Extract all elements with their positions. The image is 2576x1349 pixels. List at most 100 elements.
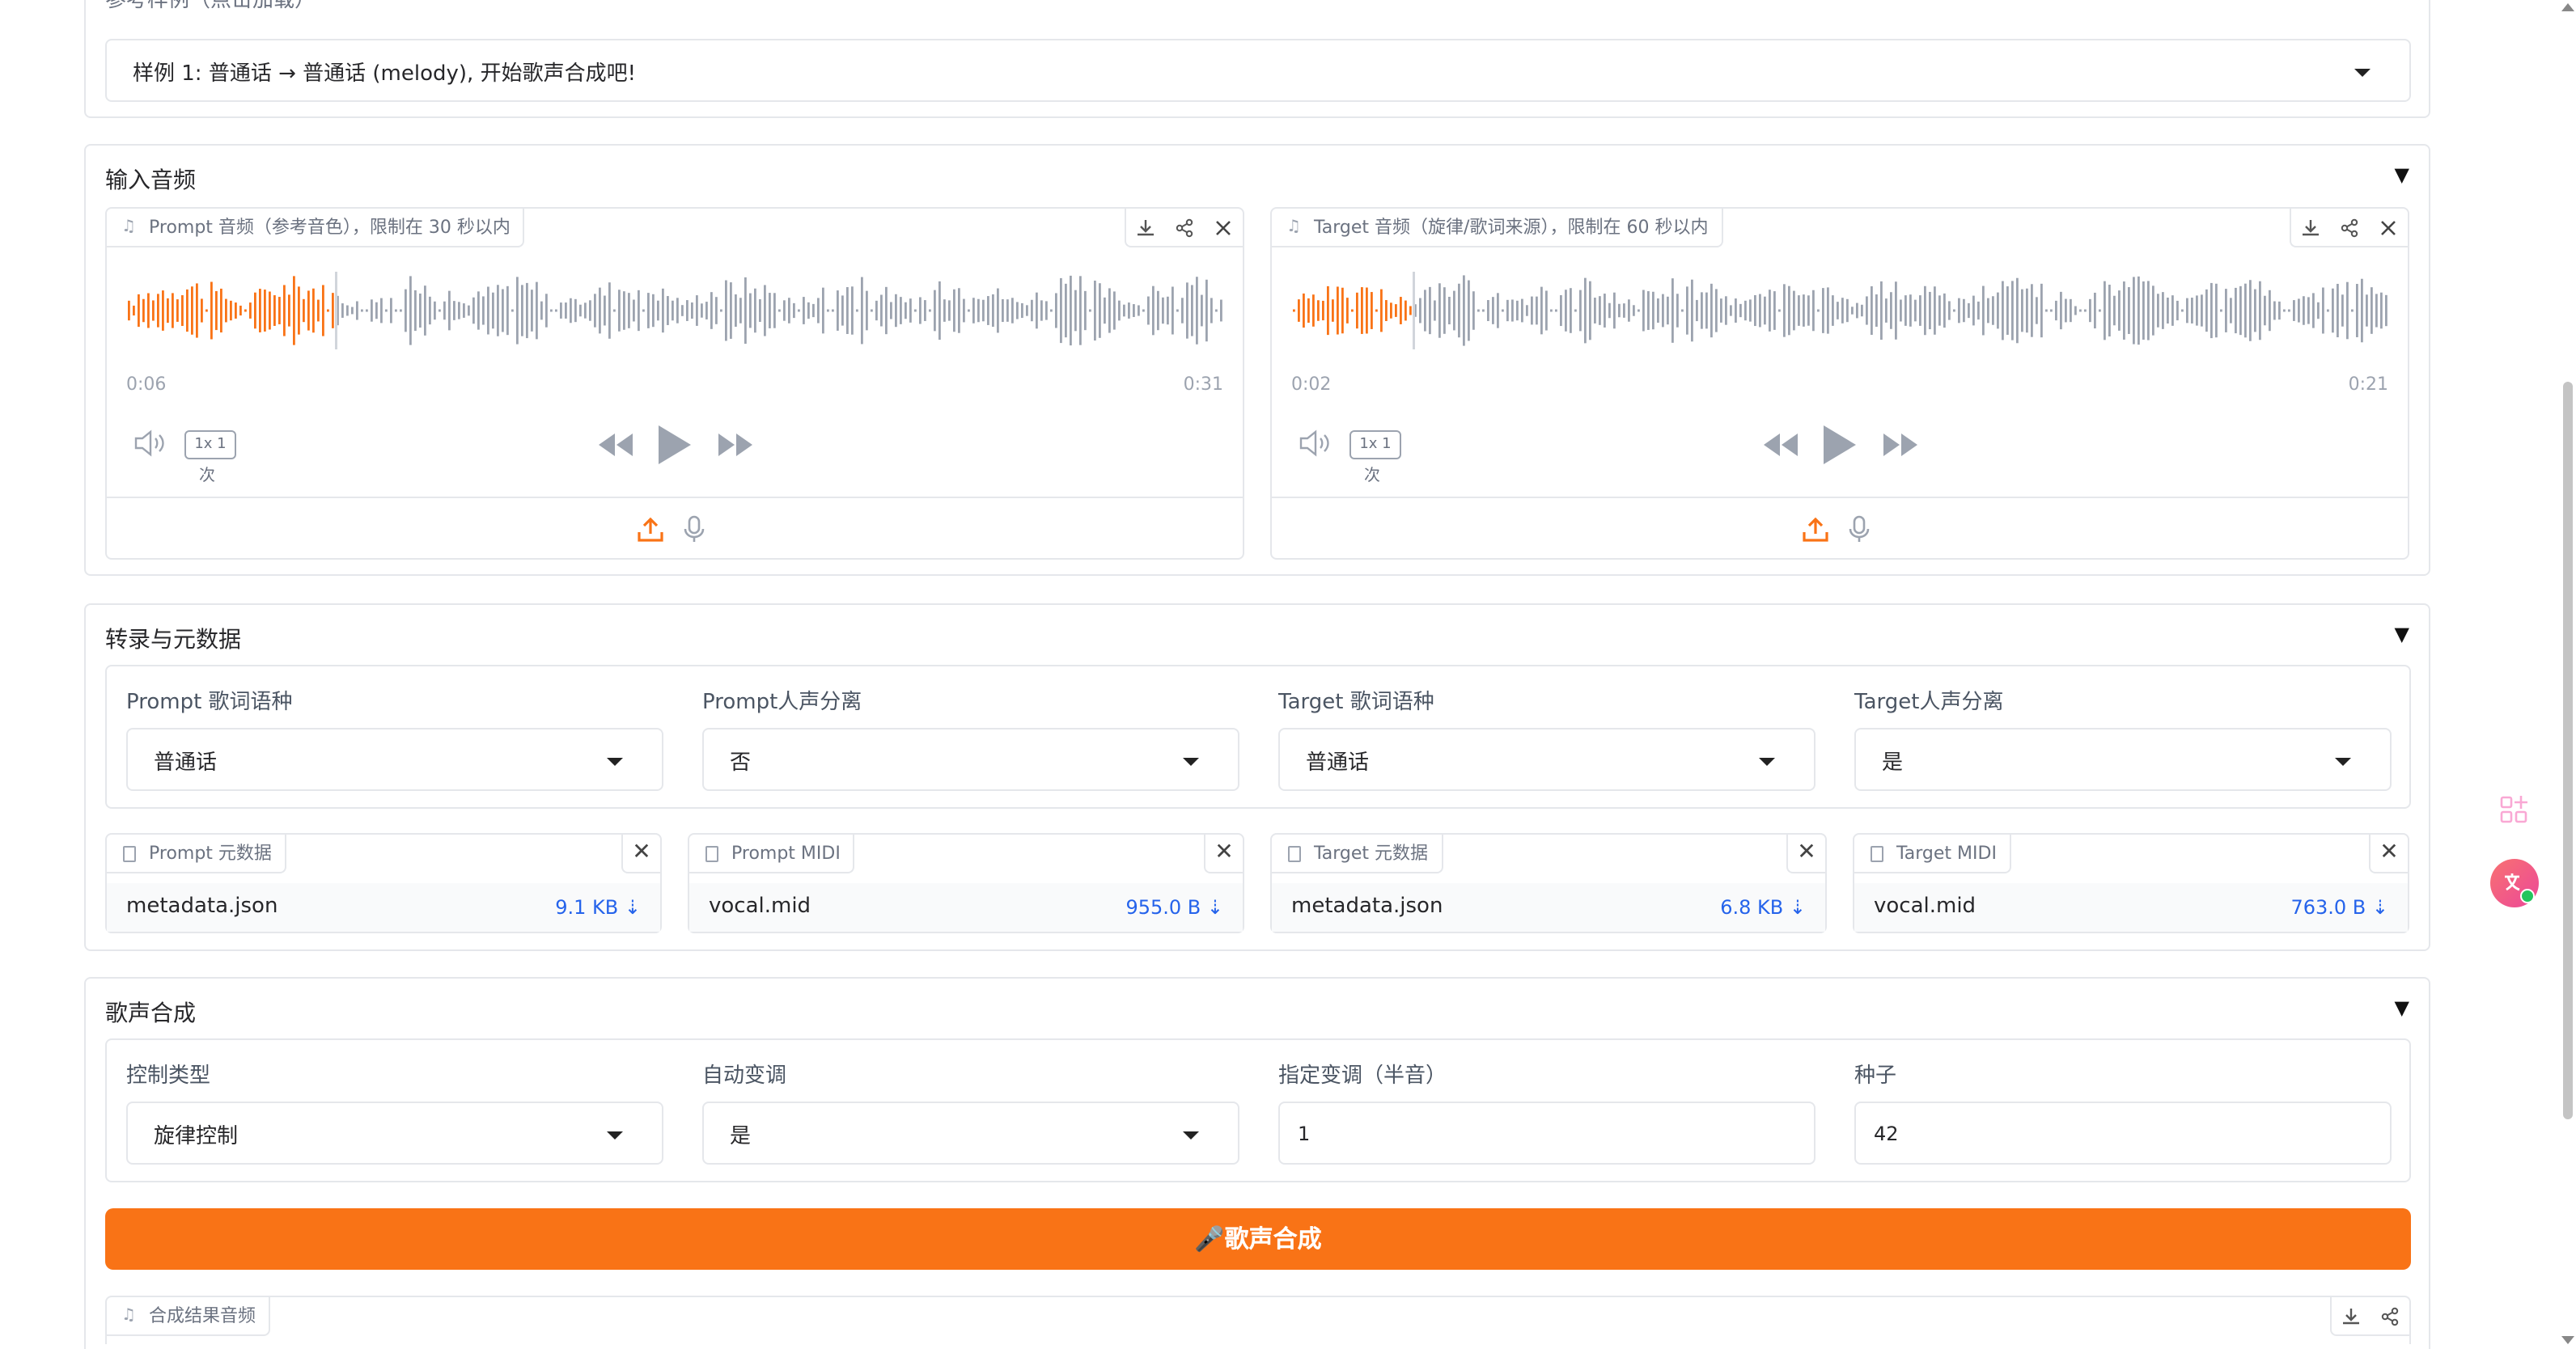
waveform-bar <box>822 287 824 334</box>
file-download-link[interactable]: 6.8 KB ⇣ <box>1720 896 1806 919</box>
waveform-bar <box>1405 300 1407 321</box>
waveform-bar <box>2269 290 2271 332</box>
scrollbar-thumb[interactable] <box>2563 382 2573 1119</box>
waveform-bar <box>773 293 776 328</box>
waveform-bar <box>2157 294 2159 328</box>
waveform-bar <box>1982 285 1985 336</box>
waveform-bar <box>380 298 383 324</box>
examples-panel: 参考样例（点击加载） 样例 1: 普通话 → 普通话 (melody), 开始歌… <box>84 0 2430 118</box>
close-icon[interactable]: ✕ <box>2369 835 2408 873</box>
download-icon[interactable] <box>2291 209 2330 247</box>
waveform-bar <box>1511 299 1514 322</box>
waveform-bar <box>827 309 829 312</box>
upload-icon[interactable] <box>636 514 665 543</box>
prompt-separation-dropdown[interactable]: 否 <box>702 728 1239 791</box>
waveform-playhead[interactable] <box>1413 272 1415 349</box>
share-icon[interactable] <box>2371 1297 2409 1336</box>
rewind-icon[interactable] <box>1764 433 1798 456</box>
scroll-down-icon[interactable] <box>2561 1336 2574 1344</box>
file-download-link[interactable]: 9.1 KB ⇣ <box>555 896 641 919</box>
target-separation-dropdown[interactable]: 是 <box>1854 728 2392 791</box>
waveform-bar <box>2079 309 2082 312</box>
fast-forward-icon[interactable] <box>718 433 752 456</box>
download-icon[interactable] <box>2332 1297 2371 1336</box>
target-audio-footer <box>1272 497 2408 558</box>
waveform-bar <box>846 287 849 334</box>
playback-rate-button[interactable]: 1x 1 <box>1349 430 1401 459</box>
close-icon[interactable] <box>2369 209 2408 247</box>
waveform-bar <box>1783 284 1786 337</box>
collapse-toggle-icon[interactable]: ▼ <box>2395 163 2409 186</box>
waveform-bar <box>769 293 771 328</box>
file-download-link[interactable]: 955.0 B ⇣ <box>1125 896 1223 919</box>
waveform-bar <box>943 299 946 322</box>
waveform-bar <box>1506 299 1509 322</box>
page-scrollbar[interactable] <box>2560 0 2576 1349</box>
download-icon[interactable] <box>1126 209 1165 247</box>
waveform-bar <box>2040 283 2043 338</box>
waveform-bar <box>1754 294 1756 327</box>
waveform-bar <box>303 298 305 323</box>
control-type-dropdown[interactable]: 旋律控制 <box>126 1102 663 1165</box>
seed-label: 种子 <box>1854 1064 1897 1089</box>
play-icon[interactable] <box>1824 425 1856 464</box>
collapse-toggle-icon[interactable]: ▼ <box>2395 996 2409 1019</box>
waveform-bar <box>1613 292 1616 329</box>
prompt-waveform[interactable] <box>126 270 1227 351</box>
file-icon <box>1288 846 1301 862</box>
collapse-toggle-icon[interactable]: ▼ <box>2395 623 2409 645</box>
seed-input[interactable]: 42 <box>1854 1102 2392 1165</box>
waveform-bar <box>1667 296 1669 325</box>
prompt-lang-dropdown[interactable]: 普通话 <box>126 728 663 791</box>
close-icon[interactable]: ✕ <box>1204 835 1243 873</box>
close-icon[interactable]: ✕ <box>1786 835 1825 873</box>
translate-float-button[interactable] <box>2490 859 2539 907</box>
file-label: Target MIDI <box>1854 835 2011 873</box>
waveform-bar <box>2104 281 2106 340</box>
prompt-metadata-file: Prompt 元数据 ✕ metadata.json 9.1 KB ⇣ <box>105 833 662 933</box>
pitch-shift-input[interactable]: 1 <box>1278 1102 1815 1165</box>
waveform-bar <box>487 286 489 335</box>
fast-forward-icon[interactable] <box>1883 433 1917 456</box>
volume-icon[interactable] <box>1298 429 1333 458</box>
share-icon[interactable] <box>2330 209 2369 247</box>
file-row: metadata.json 9.1 KB ⇣ <box>107 883 660 932</box>
waveform-bar <box>2099 309 2101 312</box>
waveform-bar <box>890 302 892 319</box>
waveform-bar <box>1516 300 1519 321</box>
volume-icon[interactable] <box>133 429 168 458</box>
waveform-bar <box>1909 294 1912 327</box>
apps-float-button[interactable] <box>2490 786 2539 835</box>
microphone-icon[interactable] <box>680 514 709 543</box>
waveform-bar <box>968 309 970 312</box>
scroll-up-icon[interactable] <box>2561 3 2574 11</box>
examples-dropdown[interactable]: 样例 1: 普通话 → 普通话 (melody), 开始歌声合成吧! <box>105 39 2411 102</box>
microphone-icon[interactable] <box>1845 514 1874 543</box>
close-icon[interactable] <box>1204 209 1243 247</box>
waveform-bar <box>1089 309 1091 312</box>
upload-icon[interactable] <box>1801 514 1830 543</box>
close-icon[interactable]: ✕ <box>621 835 660 873</box>
waveform-bar <box>2380 292 2383 329</box>
waveform-playhead[interactable] <box>335 272 337 349</box>
waveform-bar <box>1176 309 1179 312</box>
waveform-bar <box>400 309 402 312</box>
file-download-link[interactable]: 763.0 B ⇣ <box>2290 896 2388 919</box>
synthesize-button[interactable]: 🎤歌声合成 <box>105 1208 2411 1270</box>
waveform-bar <box>2230 298 2232 324</box>
auto-pitch-dropdown[interactable]: 是 <box>702 1102 1239 1165</box>
waveform-bar <box>1215 309 1218 312</box>
target-lang-dropdown[interactable]: 普通话 <box>1278 728 1815 791</box>
waveform-bar <box>502 289 504 332</box>
waveform-bar <box>739 298 742 324</box>
rewind-icon[interactable] <box>599 433 633 456</box>
auto-pitch-value: 是 <box>730 1124 752 1148</box>
waveform-bar <box>2045 309 2048 312</box>
target-waveform[interactable] <box>1291 270 2392 351</box>
waveform-bar <box>851 286 854 335</box>
waveform-bar <box>332 293 334 328</box>
waveform-bar <box>1701 292 1703 329</box>
play-icon[interactable] <box>659 425 691 464</box>
playback-rate-button[interactable]: 1x 1 <box>184 430 236 459</box>
share-icon[interactable] <box>1165 209 1204 247</box>
